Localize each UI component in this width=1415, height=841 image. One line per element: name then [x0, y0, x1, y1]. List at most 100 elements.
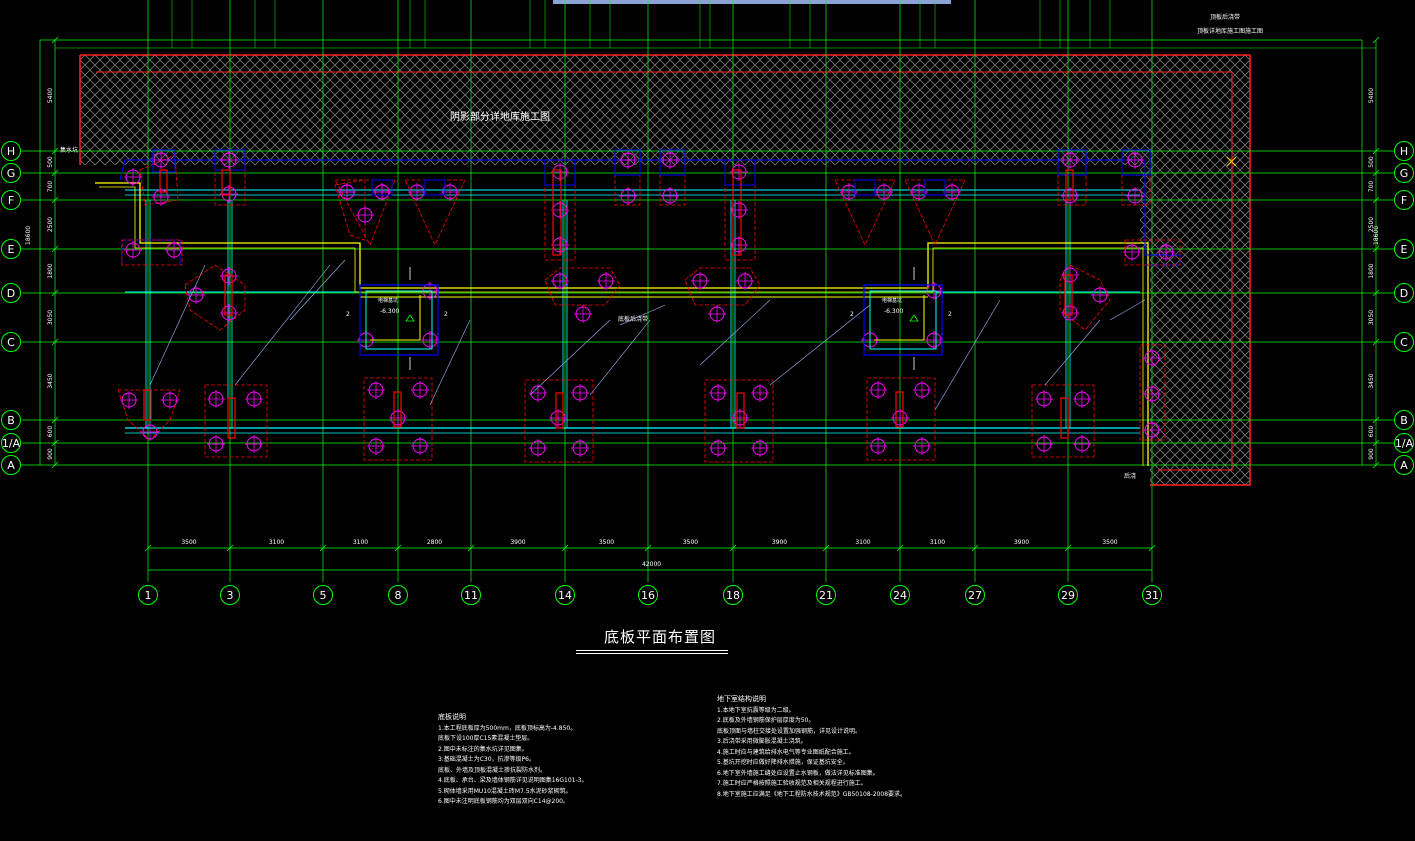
dim-value-side: 500 [1368, 156, 1375, 168]
basement-notes: 地下室结构说明 1.本地下室抗震等级为二级。 2.底板及外墙钢筋保护层厚度为50… [717, 694, 906, 800]
dim-value-side: 3050 [1368, 310, 1375, 325]
axis-label-31: 31 [1145, 589, 1159, 602]
axis-label-27: 27 [968, 589, 982, 602]
dim-value-side: 5400 [1368, 88, 1375, 103]
axis-label-F: F [1401, 194, 1407, 207]
dim-value-side: 700 [47, 181, 54, 193]
foundation-note-line: 3.基础混凝土为C30，抗渗等级P6。 [438, 756, 535, 763]
axis-label-E: E [8, 243, 15, 256]
axis-label-E: E [1401, 243, 1408, 256]
foundation-note-line: 4.底板、承台、梁及墙体钢筋详见说明图集16G101-3。 [438, 777, 588, 784]
right-total-dimension: 18600 [1373, 226, 1380, 245]
dim-value-side: 5400 [47, 88, 54, 103]
drawing-title: 底板平面布置图 [604, 628, 717, 646]
axis-label-1/A: 1/A [2, 437, 21, 450]
axis-label-5: 5 [320, 589, 327, 602]
axis-label-21: 21 [819, 589, 833, 602]
hatch-label: 阴影部分详地库施工图 [450, 110, 550, 123]
dim-value-side: 600 [47, 426, 54, 438]
dim-value-bottom: 3100 [353, 539, 368, 546]
foundation-note-line: 底板、外墙及顶板混凝土掺抗裂防水剂。 [438, 766, 547, 774]
basement-note-line: 1.本地下室抗震等级为二级。 [717, 706, 795, 714]
basement-note-line: 3.后浇带采用微膨胀混凝土浇筑。 [717, 738, 807, 745]
axis-label-16: 16 [641, 589, 655, 602]
dim-value-side: 2500 [47, 217, 54, 232]
axis-label-14: 14 [558, 589, 572, 602]
dim-value-bottom: 3500 [181, 539, 196, 546]
mid-label: 底板后浇带 [618, 315, 648, 323]
axis-label-1: 1 [145, 589, 152, 602]
axis-label-G: G [1400, 167, 1409, 180]
pit-label-right: -6.300 [884, 308, 904, 315]
foundation-notes-heading: 底板说明 [438, 713, 466, 721]
corner-note-1: 顶板后浇带 [1210, 13, 1240, 21]
dim-value-side: 900 [47, 448, 54, 460]
axis-label-11: 11 [464, 589, 478, 602]
axis-label-G: G [7, 167, 16, 180]
pit-title-right: 电梯基坑 [882, 297, 902, 304]
basement-note-line: 6.地下室外墙施工缝处应设置止水钢板，做法详见标准图集。 [717, 769, 879, 777]
axis-label-D: D [1400, 287, 1408, 300]
dim-value-bottom: 3500 [599, 539, 614, 546]
axis-label-A: A [1400, 459, 1408, 472]
section-mark-1: 2 [346, 311, 350, 318]
plan-interior [125, 180, 1140, 440]
axis-label-C: C [1400, 336, 1408, 349]
dim-value-bottom: 3100 [269, 539, 284, 546]
title-underline-2 [576, 653, 728, 654]
axis-label-F: F [8, 194, 14, 207]
dim-value-bottom: 3900 [1014, 539, 1029, 546]
axis-label-A: A [7, 459, 15, 472]
dim-value-bottom: 3900 [772, 539, 787, 546]
foundation-note-line: 6.图中未注明底板钢筋均为双层双向C14@200。 [438, 798, 570, 805]
axis-label-B: B [1400, 414, 1408, 427]
basement-note-line: 4.施工时应与建筑给排水电气等专业图纸配合施工。 [717, 748, 855, 756]
foundation-note-line: 5.砌体墙采用MU10混凝土砖M7.5水泥砂浆砌筑。 [438, 787, 572, 795]
bottom-right-note: 后浇 [1124, 472, 1136, 480]
corner-note-2: 顶板详地库施工图施工图 [1197, 27, 1263, 35]
axis-label-H: H [7, 145, 15, 158]
foundation-notes: 底板说明 1.本工程底板厚为500mm，底板顶标高为-4.850。 底板下设10… [438, 712, 587, 808]
axis-label-D: D [7, 287, 15, 300]
axis-label-29: 29 [1061, 589, 1075, 602]
axis-label-1/A: 1/A [1395, 437, 1414, 450]
dim-value-side: 3450 [1368, 373, 1375, 388]
dim-value-bottom: 3500 [1102, 539, 1117, 546]
axis-label-B: B [7, 414, 15, 427]
foundation-note-line: 1.本工程底板厚为500mm，底板顶标高为-4.850。 [438, 724, 577, 732]
basement-note-line: 7.施工时应严格按照施工验收规范及相关规程进行施工。 [717, 780, 867, 787]
dim-value-bottom: 3100 [855, 539, 870, 546]
left-total-dimension: 18600 [25, 226, 32, 245]
basement-note-line: 2.底板及外墙钢筋保护层厚度为50。 [717, 717, 815, 724]
basement-note-line: 8.地下室施工应满足《地下工程防水技术规范》GB50108-2008要求。 [717, 790, 907, 798]
section-mark-3: 2 [850, 311, 854, 318]
dim-value-side: 3050 [47, 310, 54, 325]
section-mark-2: 2 [444, 311, 448, 318]
dim-value-side: 3450 [47, 373, 54, 388]
pit-label-left: -6.300 [380, 308, 400, 315]
foundation-note-line: 底板下设100厚C15素混凝土垫层。 [438, 735, 534, 742]
axis-label-18: 18 [726, 589, 740, 602]
dim-value-side: 1800 [1368, 263, 1375, 278]
foundation-note-line: 2.图中未标注的集水坑详见图集。 [438, 745, 528, 753]
dim-value-side: 700 [1368, 181, 1375, 193]
dim-value-side: 600 [1368, 426, 1375, 438]
left-note: 集水坑 [60, 146, 78, 154]
dim-value-side: 500 [47, 156, 54, 168]
dim-value-bottom: 3500 [683, 539, 698, 546]
axis-label-C: C [7, 336, 15, 349]
pit-title-left: 电梯基坑 [378, 297, 398, 304]
dim-value-bottom: 3900 [510, 539, 525, 546]
title-underline-1 [576, 650, 728, 651]
dim-value-bottom: 2800 [427, 539, 442, 546]
total-dimension: 42000 [642, 561, 661, 568]
cad-drawing-canvas[interactable]: 1 3 5 8 11 14 16 18 21 24 27 29 31H HG GF FE ED DC CB B1/A 1… [0, 0, 1415, 841]
axis-label-3: 3 [227, 589, 234, 602]
dim-value-side: 1800 [47, 263, 54, 278]
section-mark-4: 2 [948, 311, 952, 318]
axis-label-8: 8 [395, 589, 402, 602]
basement-notes-heading: 地下室结构说明 [717, 695, 766, 703]
dim-value-bottom: 3100 [930, 539, 945, 546]
axis-label-H: H [1400, 145, 1408, 158]
basement-note-line: 5.基坑开挖时应做好降排水措施，保证基坑安全。 [717, 759, 849, 766]
